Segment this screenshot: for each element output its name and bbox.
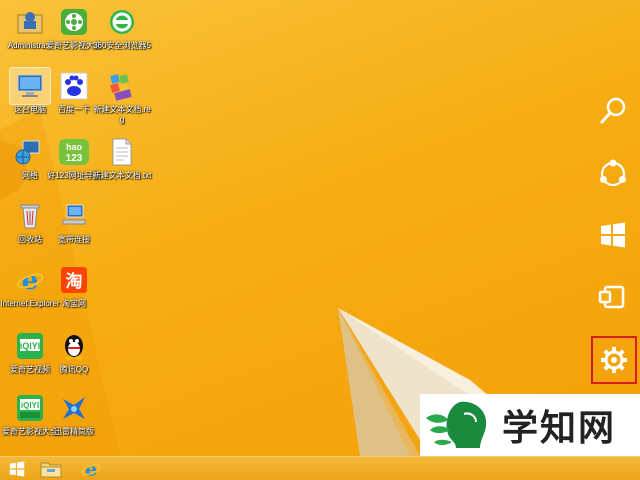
taobao-icon: 淘 [54, 262, 94, 298]
registry-file-icon [102, 68, 142, 104]
icon-label: 新建文本文档.txt [92, 171, 152, 180]
desktop-icon-xunlei[interactable]: 迅雷精简版 [44, 390, 104, 452]
360-browser-icon [102, 4, 142, 40]
windows-icon [601, 222, 625, 248]
taskbar-start-button[interactable] [2, 458, 32, 480]
desktop-icon-txt-file[interactable]: 新建文本文档.txt [92, 134, 152, 196]
hao123-icon: hao 123 [54, 134, 94, 170]
charm-search[interactable] [592, 90, 634, 132]
video-app-icon [54, 4, 94, 40]
icon-label: 腾讯QQ [59, 365, 89, 374]
qq-icon [54, 328, 94, 364]
svg-text:淘: 淘 [66, 271, 83, 291]
taskbar: e [0, 456, 640, 480]
xunlei-icon [54, 390, 94, 426]
icon-label: 淘宝网 [62, 299, 86, 308]
search-icon [600, 97, 626, 124]
charms-bar [586, 78, 640, 398]
icon-label: 新建文本文档.reg [93, 105, 151, 124]
icon-label: 360安全浏览器5 [93, 41, 151, 50]
folder-icon [40, 462, 62, 478]
desktop-icon-taobao[interactable]: 淘 淘宝网 [44, 262, 104, 324]
svg-text:iQIYI: iQIYI [21, 401, 39, 410]
watermark-logo: 学知网 [420, 394, 640, 456]
desktop-icon-360-browser[interactable]: 360安全浏览器5 [92, 4, 152, 66]
svg-text:123: 123 [66, 153, 83, 164]
taskbar-internet-explorer[interactable]: e [76, 458, 106, 480]
desktop-icon-qq[interactable]: 腾讯QQ [44, 328, 104, 390]
charm-share[interactable] [592, 153, 634, 195]
svg-text:hao: hao [66, 142, 83, 152]
leaf-head-logo-icon [426, 401, 487, 448]
svg-text:e: e [85, 459, 97, 480]
devices-icon [598, 285, 625, 309]
desktop-icon-reg-file[interactable]: 新建文本文档.reg [92, 68, 152, 130]
desktop-icon-broadband[interactable]: 宽带连接 [44, 198, 104, 260]
watermark-text: 学知网 [502, 408, 617, 449]
svg-text:iQIYI: iQIYI [20, 341, 41, 351]
taskbar-file-explorer[interactable] [36, 458, 66, 480]
charm-start[interactable] [592, 214, 634, 256]
svg-text:e: e [22, 266, 39, 295]
charm-settings[interactable] [591, 336, 637, 384]
gear-icon [601, 347, 627, 373]
windows-icon [9, 461, 25, 477]
text-file-icon [102, 134, 142, 170]
icon-label: 宽带连接 [58, 235, 90, 244]
share-icon [600, 159, 626, 187]
broadband-icon [54, 198, 94, 234]
charm-devices[interactable] [592, 276, 634, 318]
baidu-icon [54, 68, 94, 104]
icon-label: 迅雷精简版 [54, 427, 94, 436]
desktop: Administra... 这台电脑 网络 回收站 e Internet Exp… [0, 0, 640, 456]
ie-icon: e [81, 459, 101, 480]
